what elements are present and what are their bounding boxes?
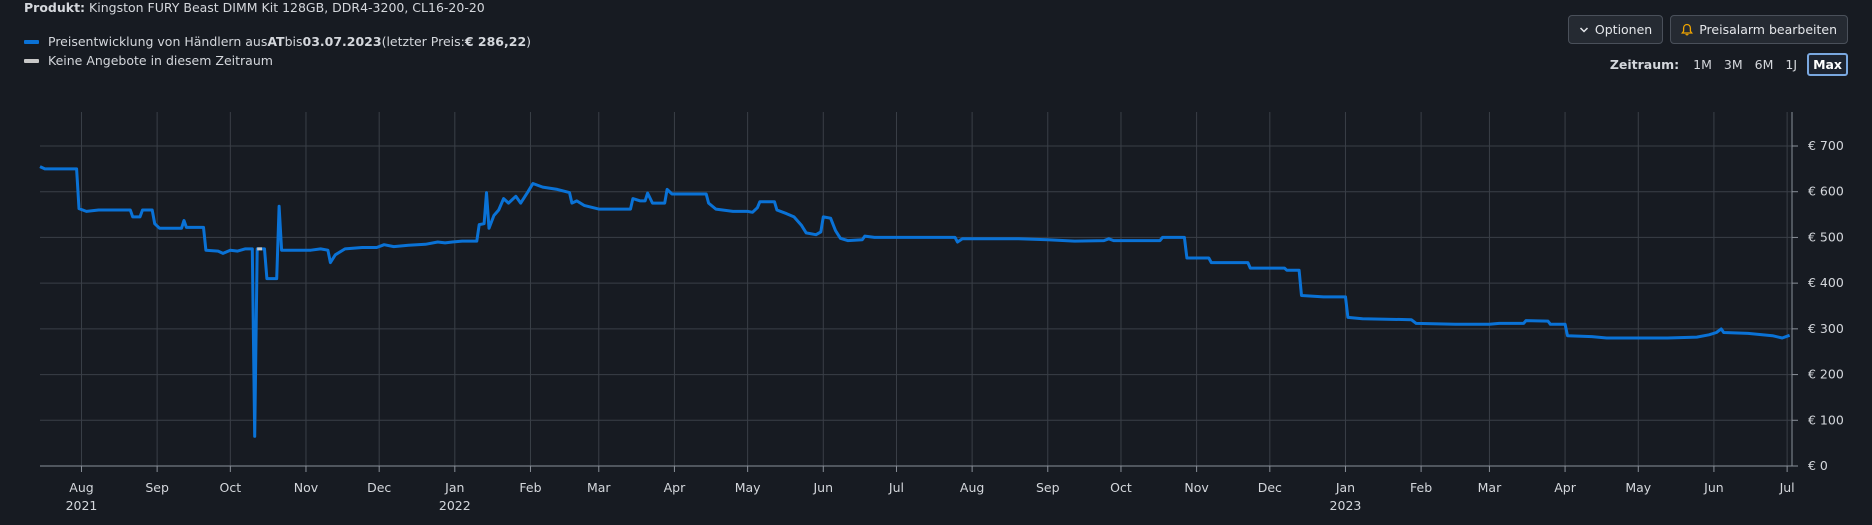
x-tick-label: Mar [1478, 480, 1502, 495]
x-tick-label: Oct [1110, 480, 1132, 495]
x-tick-label: Dec [367, 480, 391, 495]
y-tick-label: € 200 [1808, 367, 1844, 382]
x-tick-label: Mar [587, 480, 611, 495]
x-tick-label: Feb [519, 480, 541, 495]
x-tick-label: Sep [145, 480, 169, 495]
x-tick-label: Feb [1410, 480, 1432, 495]
x-tick-label: Aug [960, 480, 984, 495]
x-tick-label: Jun [813, 480, 834, 495]
y-tick-label: € 400 [1808, 275, 1844, 290]
x-tick-label: Jan [1335, 480, 1355, 495]
x-tick-year-label: 2021 [66, 498, 98, 513]
y-tick-label: € 0 [1808, 458, 1828, 473]
y-tick-label: € 300 [1808, 321, 1844, 336]
x-tick-label: Oct [220, 480, 242, 495]
x-tick-label: Apr [664, 480, 686, 495]
x-tick-year-label: 2022 [439, 498, 471, 513]
x-tick-label: Jun [1703, 480, 1724, 495]
x-tick-label: Nov [1184, 480, 1209, 495]
y-tick-label: € 500 [1808, 229, 1844, 244]
x-tick-label: Jul [888, 480, 904, 495]
x-tick-label: Apr [1554, 480, 1576, 495]
x-tick-label: Dec [1258, 480, 1282, 495]
x-tick-label: Nov [294, 480, 319, 495]
price-chart[interactable]: € 0 € 100 € 200 € 300 € 400 € 500 € 600 € 700 Au… [0, 0, 1872, 525]
x-tick-label: Aug [69, 480, 93, 495]
y-tick-label: € 700 [1808, 138, 1844, 153]
x-tick-label: May [1625, 480, 1651, 495]
y-tick-label: € 600 [1808, 184, 1844, 199]
x-tick-label: Jan [444, 480, 464, 495]
x-tick-label: May [735, 480, 761, 495]
price-series-line [39, 165, 1791, 438]
x-tick-year-label: 2023 [1330, 498, 1362, 513]
y-tick-label: € 100 [1808, 412, 1844, 427]
x-tick-label: Sep [1036, 480, 1060, 495]
x-tick-label: Jul [1779, 480, 1795, 495]
